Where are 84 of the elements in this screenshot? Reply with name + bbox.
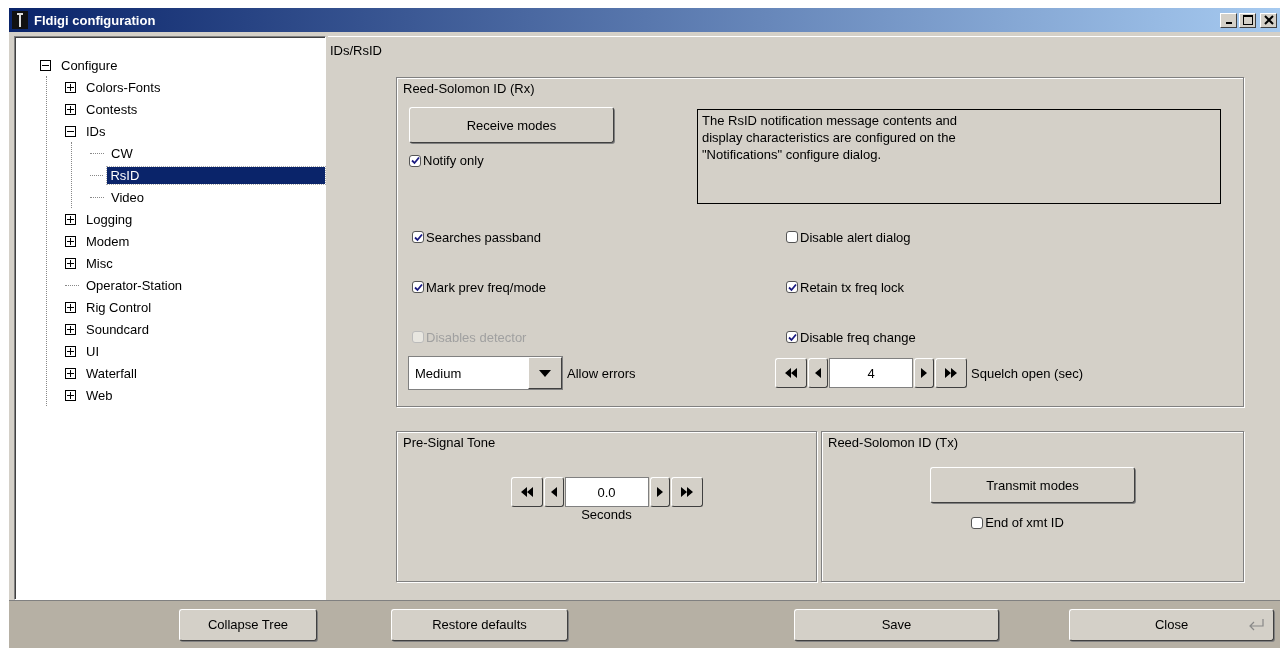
tree-item[interactable]: Soundcard <box>83 320 152 338</box>
double-right-arrow-icon <box>945 368 957 378</box>
double-right-arrow-icon <box>680 487 693 497</box>
fast-decrement-button[interactable] <box>510 477 543 507</box>
panel-title: IDs/RsID <box>329 43 383 60</box>
expand-icon[interactable] <box>65 103 76 115</box>
window-title: Fldigi configuration <box>34 12 157 28</box>
tree-item[interactable]: RsID <box>107 166 325 184</box>
expand-icon[interactable] <box>65 323 76 335</box>
checkbox[interactable] <box>409 154 421 167</box>
checkbox[interactable] <box>971 516 984 529</box>
tree-item[interactable]: IDs <box>83 122 109 140</box>
field-label: Allow errors <box>567 365 636 381</box>
restore-defaults-button[interactable]: Restore defaults <box>391 608 568 641</box>
fast-decrement-button[interactable] <box>775 358 807 388</box>
tree-item[interactable]: CW <box>108 144 136 162</box>
left-arrow-icon <box>550 487 557 497</box>
tree-item[interactable]: Colors-Fonts <box>83 78 164 96</box>
checkbox[interactable] <box>412 281 424 293</box>
info-note: The RsID notification message contents and display characteristics are configured on the "Notifications" configure dialog. <box>697 109 1221 204</box>
field-label: Seconds <box>581 507 632 522</box>
right-arrow-icon <box>656 487 663 497</box>
tree-item[interactable]: Misc <box>83 254 116 272</box>
dropdown-arrow-icon <box>539 369 551 377</box>
fast-increment-button[interactable] <box>670 477 703 507</box>
value-field[interactable]: 4 <box>829 358 913 388</box>
right-arrow-icon <box>921 368 927 378</box>
group-title: Reed-Solomon ID (Tx) <box>827 434 960 452</box>
checkbox-label: Searches passband <box>426 229 541 245</box>
checkbox[interactable] <box>786 231 798 243</box>
increment-button[interactable] <box>649 477 670 507</box>
tree-item[interactable]: Web <box>83 386 116 404</box>
collapse-icon[interactable] <box>65 125 76 137</box>
checkbox-label: Notify only <box>423 153 484 168</box>
collapse-tree-button[interactable]: Collapse Tree <box>179 608 317 641</box>
increment-button[interactable] <box>914 358 934 388</box>
return-key-icon <box>1247 617 1265 632</box>
minimize-button[interactable] <box>1220 12 1237 28</box>
tree-item[interactable]: Operator-Station <box>83 276 186 294</box>
fast-increment-button[interactable] <box>935 358 967 388</box>
tree-item[interactable]: Configure <box>58 56 121 74</box>
checkbox-label: End of xmt ID <box>985 515 1064 530</box>
decrement-button[interactable] <box>543 477 564 507</box>
transmit-modes-button[interactable]: Transmit modes <box>930 467 1135 503</box>
checkbox-label: Disable alert dialog <box>800 229 911 245</box>
expand-icon[interactable] <box>65 257 76 269</box>
left-arrow-icon <box>815 368 821 378</box>
checkbox-label: Mark prev freq/mode <box>426 279 546 295</box>
app-icon <box>12 11 28 29</box>
expand-icon[interactable] <box>65 345 76 357</box>
checkbox[interactable] <box>786 281 798 293</box>
group-title: Reed-Solomon ID (Rx) <box>402 80 536 98</box>
tree-item[interactable]: Modem <box>83 232 133 250</box>
checkbox[interactable] <box>786 331 798 343</box>
dropdown[interactable]: Medium <box>408 356 563 390</box>
expand-icon[interactable] <box>65 81 76 93</box>
close-icon[interactable] <box>1260 12 1277 28</box>
field-label: Squelch open (sec) <box>971 365 1083 381</box>
collapse-icon[interactable] <box>40 59 51 71</box>
checkbox-label: Retain tx freq lock <box>800 279 905 295</box>
checkbox-label: Disable freq change <box>800 329 916 345</box>
expand-icon[interactable] <box>65 213 76 225</box>
decrement-button[interactable] <box>808 358 828 388</box>
tree-item[interactable]: UI <box>83 342 102 360</box>
tree-item[interactable]: Waterfall <box>83 364 140 382</box>
expand-icon[interactable] <box>65 235 76 247</box>
maximize-button[interactable] <box>1239 12 1256 28</box>
maximize-icon <box>1242 15 1253 25</box>
double-left-arrow-icon <box>520 487 533 497</box>
tree-item[interactable]: Video <box>108 188 147 206</box>
save-button[interactable]: Save <box>794 608 999 641</box>
receive-modes-button[interactable]: Receive modes <box>409 107 614 143</box>
close-button[interactable]: Close <box>1069 608 1274 641</box>
minimize-icon <box>1225 22 1232 24</box>
tree-item[interactable]: Logging <box>83 210 136 228</box>
tree-item[interactable]: Contests <box>83 100 141 118</box>
double-left-arrow-icon <box>785 368 797 378</box>
expand-icon[interactable] <box>65 301 76 313</box>
value-field[interactable]: 0.0 <box>564 477 649 507</box>
expand-icon[interactable] <box>65 367 76 379</box>
tree-item[interactable]: Rig Control <box>83 298 155 316</box>
checkbox[interactable] <box>412 231 424 243</box>
expand-icon[interactable] <box>65 389 76 401</box>
group-title: Pre-Signal Tone <box>402 434 497 452</box>
